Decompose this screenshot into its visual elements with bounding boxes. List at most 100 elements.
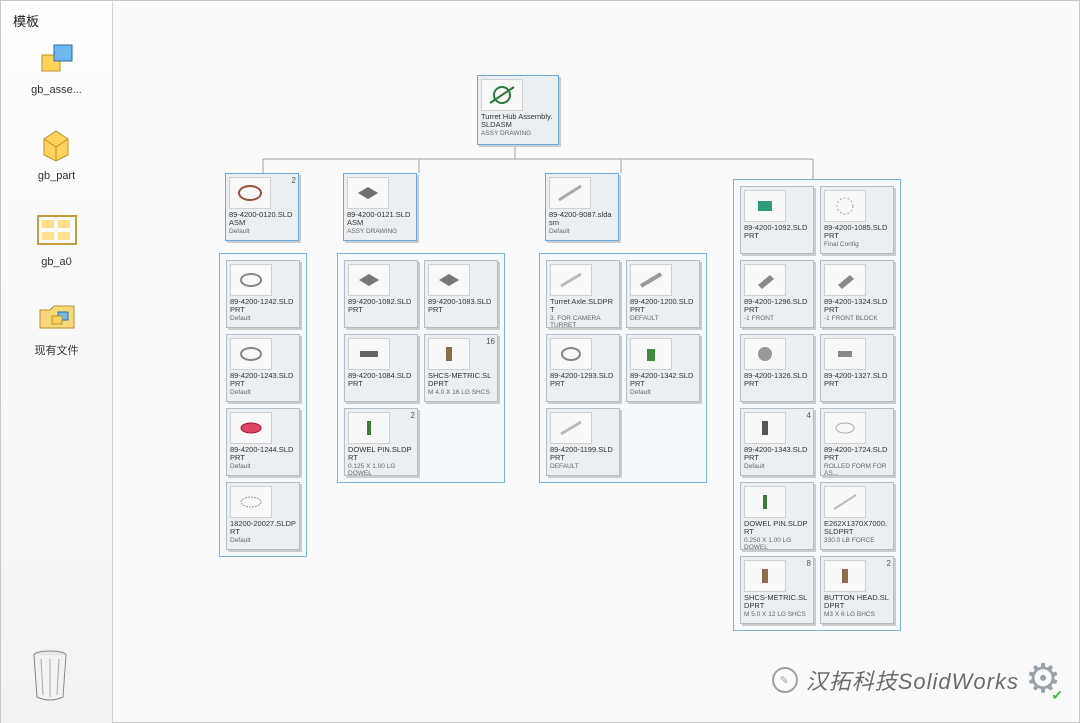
part-thumb (550, 412, 592, 444)
template-existing-files[interactable]: 现有文件 (7, 294, 106, 358)
part-thumb (230, 486, 272, 518)
part-node[interactable]: 18200-20027.SLDPRTDefault (226, 482, 300, 550)
part-thumb (744, 412, 786, 444)
part-node[interactable]: 89-4200-1293.SLDPRT (546, 334, 620, 402)
part-thumb (630, 338, 672, 370)
node-title: 89-4200-1326.SLDPRT (744, 372, 810, 388)
part-node[interactable]: 89-4200-1083.SLDPRT (424, 260, 498, 328)
part-thumb (824, 264, 866, 296)
node-subtitle: M 4.0 X 16 LG SHCS (428, 389, 494, 396)
drawing-icon (29, 208, 85, 252)
node-title: BUTTON HEAD.SLDPRT (824, 594, 890, 610)
part-thumb (550, 264, 592, 296)
node-title: 89-4200-1296.SLDPRT (744, 298, 810, 314)
part-node[interactable]: 89-4200-1327.SLDPRT (820, 334, 894, 402)
template-label: 现有文件 (35, 342, 79, 358)
node-title: 89-4200-1324.SLDPRT (824, 298, 890, 314)
wechat-icon: ✎ (772, 667, 798, 693)
template-gb-a0[interactable]: gb_a0 (7, 208, 106, 268)
part-node[interactable]: 89-4200-1296.SLDPRT-1 FRONT (740, 260, 814, 328)
sidebar-title: 模板 (13, 11, 106, 30)
part-thumb (348, 264, 390, 296)
node-title: 89-4200-1199.SLDPRT (550, 446, 616, 462)
part-thumb (428, 338, 470, 370)
part-thumb (549, 177, 591, 209)
part-node[interactable]: 89-4200-1244.SLDPRTDefault (226, 408, 300, 476)
node-subtitle: Default (229, 228, 295, 235)
part-thumb (744, 264, 786, 296)
node-title: 89-4200-1083.SLDPRT (428, 298, 494, 314)
part-thumb (824, 412, 866, 444)
part-thumb (630, 264, 672, 296)
part-thumb (481, 79, 523, 111)
part-thumb (230, 264, 272, 296)
node-count: 2 (292, 176, 296, 185)
part-node[interactable]: 89-4200-1342.SLDPRTDefault (626, 334, 700, 402)
part-node[interactable]: 89-4200-1085.SLDPRTFinal Config (820, 186, 894, 254)
node-subtitle: DEFAULT (630, 315, 696, 322)
node-subtitle: 3. FOR CAMERA TURRET (550, 315, 616, 329)
node-title: 89-4200-1724.SLDPRT (824, 446, 890, 462)
part-node[interactable]: Turret Axle.SLDPRT3. FOR CAMERA TURRET (546, 260, 620, 328)
node-title: 89-4200-1082.SLDPRT (348, 298, 414, 314)
node-title: 89-4200-1342.SLDPRT (630, 372, 696, 388)
part-node[interactable]: 89-4200-1324.SLDPRT-1 FRONT BLOCK (820, 260, 894, 328)
branch-node[interactable]: 2 89-4200-0120.SLDASM Default (225, 173, 299, 241)
root-node[interactable]: Turret Hub Assembly.SLDASM ASSY DRAWING (477, 75, 559, 145)
part-thumb (744, 486, 786, 518)
node-count: 2 (887, 559, 891, 568)
node-subtitle: ASSY DRAWING (481, 130, 555, 137)
part-node[interactable]: 89-4200-1199.SLDPRTDEFAULT (546, 408, 620, 476)
watermark: ✎ 汉拓科技SolidWorks (772, 664, 1019, 696)
part-node[interactable]: 89-4200-1200.SLDPRTDEFAULT (626, 260, 700, 328)
node-count: 2 (411, 411, 415, 420)
part-node[interactable]: DOWEL PIN.SLDPRT0.250 X 1.00 LG DOWEL (740, 482, 814, 550)
node-subtitle: M3 X 6 LG BHCS (824, 611, 890, 618)
node-title: DOWEL PIN.SLDPRT (348, 446, 414, 462)
part-node[interactable]: E262X1370X7000.SLDPRT330.0 LB FORCE (820, 482, 894, 550)
part-node[interactable]: 2 DOWEL PIN.SLDPRT0.125 X 1.00 LG DOWEL (344, 408, 418, 476)
node-title: DOWEL PIN.SLDPRT (744, 520, 810, 536)
part-node[interactable]: 489-4200-1343.SLDPRTDefault (740, 408, 814, 476)
part-icon (29, 122, 85, 166)
part-node[interactable]: 89-4200-1724.SLDPRTROLLED FORM FOR AS... (820, 408, 894, 476)
branch-node[interactable]: 89-4200-0121.SLDASM ASSY DRAWING (343, 173, 417, 241)
branch-node[interactable]: 89-4200-9087.sldasm Default (545, 173, 619, 241)
node-title: 89-4200-1327.SLDPRT (824, 372, 890, 388)
node-subtitle: 0.125 X 1.00 LG DOWEL (348, 463, 414, 477)
treehouse-canvas[interactable]: Turret Hub Assembly.SLDASM ASSY DRAWING … (113, 1, 1079, 722)
trash-icon[interactable] (27, 647, 73, 706)
node-subtitle: Final Config (824, 241, 890, 248)
template-gb-assembly[interactable]: gb_asse... (7, 36, 106, 96)
children-group-1: 89-4200-1242.SLDPRTDefault 89-4200-1243.… (219, 253, 307, 557)
part-thumb (744, 560, 786, 592)
part-node[interactable]: 8SHCS-METRIC.SLDPRTM 5.0 X 12 LG SHCS (740, 556, 814, 624)
node-subtitle: -1 FRONT BLOCK (824, 315, 890, 322)
node-title: SHCS-METRIC.SLDPRT (428, 372, 494, 388)
part-thumb (230, 412, 272, 444)
template-gb-part[interactable]: gb_part (7, 122, 106, 182)
part-thumb (744, 190, 786, 222)
part-node[interactable]: 16SHCS-METRIC.SLDPRTM 4.0 X 16 LG SHCS (424, 334, 498, 402)
template-label: gb_a0 (41, 256, 72, 268)
templates-sidebar: 模板 gb_asse... gb_part gb_a0 现有文件 (1, 1, 113, 723)
status-check-icon: ✔ (1051, 687, 1063, 704)
part-node[interactable]: 89-4200-1242.SLDPRTDefault (226, 260, 300, 328)
node-subtitle: Default (549, 228, 615, 235)
part-thumb (744, 338, 786, 370)
node-subtitle: ROLLED FORM FOR AS... (824, 463, 890, 477)
part-thumb (348, 412, 390, 444)
node-count: 4 (807, 411, 811, 420)
part-node[interactable]: 89-4200-1084.SLDPRT (344, 334, 418, 402)
node-title: 89-4200-9087.sldasm (549, 211, 615, 227)
part-node[interactable]: 89-4200-1243.SLDPRTDefault (226, 334, 300, 402)
part-node[interactable]: 2 BUTTON HEAD.SLDPRTM3 X 6 LG BHCS (820, 556, 894, 624)
node-count: 8 (807, 559, 811, 568)
part-thumb (347, 177, 389, 209)
part-node[interactable]: 89-4200-1082.SLDPRT (344, 260, 418, 328)
template-label: gb_asse... (31, 84, 82, 96)
node-title: 89-4200-1092.SLDPRT (744, 224, 810, 240)
assembly-icon (29, 36, 85, 80)
part-node[interactable]: 89-4200-1092.SLDPRT (740, 186, 814, 254)
part-node[interactable]: 89-4200-1326.SLDPRT (740, 334, 814, 402)
